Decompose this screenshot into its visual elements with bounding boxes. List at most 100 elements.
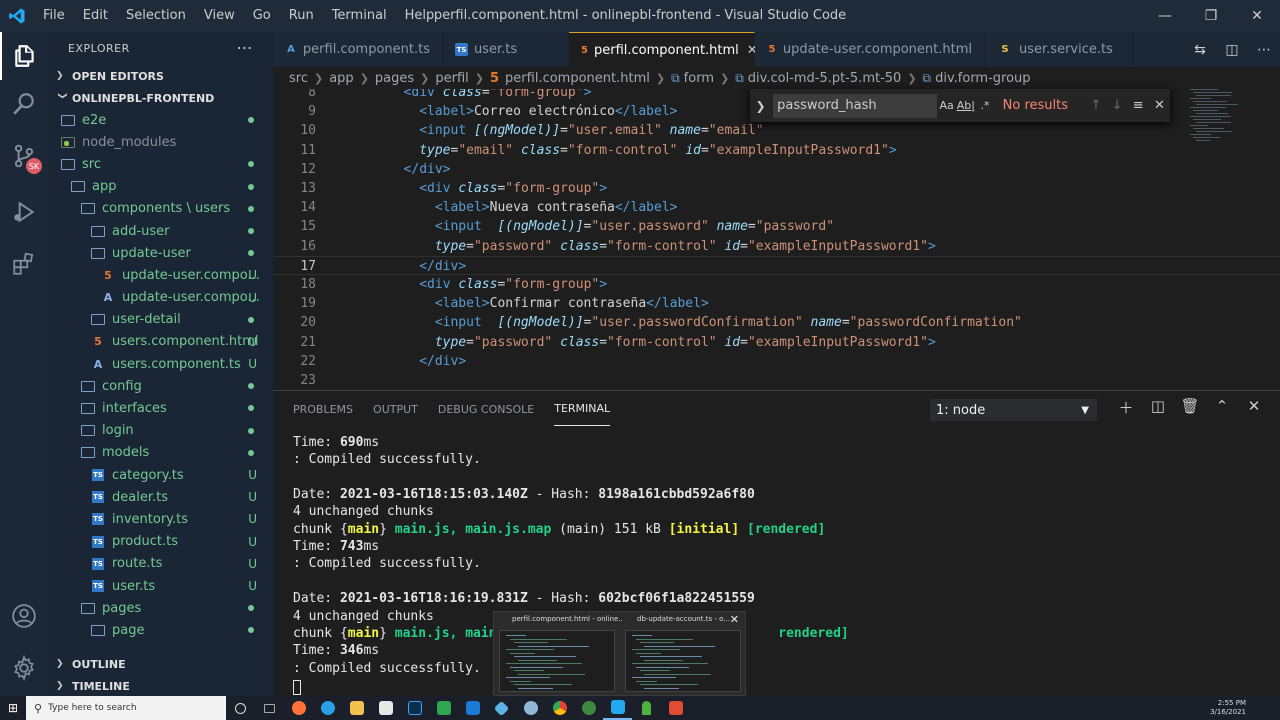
code-line[interactable]: 19 <label>Confirmar contraseña</label> [273,294,1280,313]
tree-folder[interactable]: models [48,442,273,464]
breadcrumb-item[interactable]: perfil [435,71,468,86]
split-editor-icon[interactable]: ◫ [1216,42,1248,58]
more-actions-icon[interactable]: ⋯ [237,38,254,57]
windows-start-icon[interactable]: ⊞ [0,701,26,715]
tree-file[interactable]: TS dealer.ts U [48,486,273,508]
panel-tab-terminal[interactable]: TERMINAL [554,392,611,426]
tab-update-user-component-html[interactable]: 5 update-user.component.html [755,32,985,67]
camtasia-icon[interactable] [429,696,458,720]
whole-word-toggle[interactable]: Ab| [956,99,975,112]
panel-tab-debug-console[interactable]: DEBUG CONSOLE [438,393,534,426]
breadcrumb-item[interactable]: src [289,71,308,86]
tree-file[interactable]: TS category.ts U [48,464,273,486]
tool-icon[interactable] [516,696,545,720]
project-section[interactable]: ❯ ONLINEPBL-FRONTEND [48,87,273,109]
code-line[interactable]: 23 [273,371,1280,389]
terminal-select[interactable]: 1: node ▼ [930,399,1097,421]
code-line[interactable]: 13 <div class="form-group"> [273,179,1280,198]
tree-file[interactable]: Aupdate-user.compo... U [48,287,273,309]
file-explorer-icon[interactable] [342,696,371,720]
code-line[interactable]: 15 <input [(ngModel)] = "user.password" nam… [273,217,1280,236]
tree-folder[interactable]: app [48,176,273,198]
panel-tab-problems[interactable]: PROBLEMS [293,393,353,426]
tree-file[interactable]: 5 users.component.html U [48,331,273,353]
close-find-icon[interactable]: ✕ [1149,98,1170,113]
restore-icon[interactable]: ❐ [1188,0,1234,32]
firefox-icon[interactable] [284,696,313,720]
app-icon[interactable] [487,696,516,720]
system-clock[interactable]: 2:55 PM 3/16/2021 [1210,699,1246,717]
tab-perfil-component-ts[interactable]: Aperfil.component.ts [273,32,443,67]
kill-terminal-icon[interactable]: 🗑 [1174,397,1206,418]
minimize-icon[interactable]: — [1142,0,1188,32]
code-line[interactable]: 12 </div> [273,160,1280,179]
open-editors-section[interactable]: ❯ OPEN EDITORS [48,65,273,87]
breadcrumb-item[interactable]: app [329,71,353,86]
chrome-icon[interactable] [545,696,574,720]
more-actions-icon[interactable]: ⋯ [1248,42,1280,58]
breadcrumb-item[interactable]: form [684,71,714,86]
tab-perfil-component-html[interactable]: 5 perfil.component.html ✕ [569,32,758,67]
menu-help[interactable]: Help [396,0,444,32]
match-case-toggle[interactable]: Aa [937,99,956,112]
breadcrumb-item[interactable]: div.form-group [935,71,1030,86]
tree-folder[interactable]: update-user [48,242,273,264]
accounts-icon[interactable] [0,592,48,640]
explorer-activity-icon[interactable] [0,32,48,80]
tree-folder[interactable]: config [48,375,273,397]
code-line[interactable]: 22 </div> [273,352,1280,371]
tree-folder[interactable]: node_modules [48,131,273,153]
code-line[interactable]: 14 <label>Nueva contraseña</label> [273,198,1280,217]
code-line[interactable]: 21 type="password" class="form-control" i… [273,333,1280,352]
tree-folder[interactable]: add-user [48,220,273,242]
preview-right-thumbnail[interactable] [625,630,741,692]
tree-file[interactable]: TS route.ts U [48,553,273,575]
new-terminal-icon[interactable]: ＋ [1110,397,1142,418]
toggle-replace-icon[interactable]: ❯ [750,99,771,113]
menu-go[interactable]: Go [244,0,280,32]
task-view-icon[interactable] [255,696,284,720]
code-line[interactable]: 17 </div> [273,255,1280,275]
edge-icon[interactable] [313,696,342,720]
extensions-activity-icon[interactable] [0,240,48,288]
code-line[interactable]: 16 type="password" class="form-control" i… [273,237,1280,256]
source-control-activity-icon[interactable]: SK [0,132,48,180]
split-terminal-icon[interactable]: ◫ [1142,397,1174,418]
photoshop-icon[interactable] [400,696,429,720]
mongodb-icon[interactable] [632,696,661,720]
menu-file[interactable]: File [34,0,74,32]
breadcrumb-item[interactable]: perfil.component.html [505,71,650,86]
search-activity-icon[interactable] [0,80,48,128]
menu-selection[interactable]: Selection [117,0,195,32]
next-match-icon[interactable]: ↓ [1107,98,1128,113]
code-editor[interactable]: 8 <div class="form-group"> 9 <label>Correo … [273,89,1280,389]
code-line[interactable]: 18 <div class="form-group"> [273,275,1280,294]
tree-folder[interactable]: interfaces [48,397,273,419]
maximize-panel-icon[interactable]: ⌃ [1206,397,1238,418]
find-in-selection-icon[interactable]: ≡ [1128,98,1149,113]
tree-folder[interactable]: e2e [48,109,273,131]
menu-view[interactable]: View [195,0,244,32]
previous-match-icon[interactable]: ↑ [1085,98,1106,113]
vscode-taskbar-icon[interactable] [603,696,632,720]
close-preview-icon[interactable]: ✕ [730,613,739,626]
cortana-icon[interactable] [226,696,255,720]
tree-file[interactable]: TS user.ts U [48,575,273,597]
run-debug-activity-icon[interactable] [0,188,48,236]
breadcrumb-item[interactable]: div.col-md-5.pt-5.mt-50 [748,71,902,86]
tree-folder[interactable]: page [48,619,273,641]
menu-edit[interactable]: Edit [74,0,117,32]
tree-folder[interactable]: login [48,420,273,442]
terminal-prompt[interactable] [293,679,301,696]
outline-section[interactable]: ❯ OUTLINE [48,653,273,675]
tree-file[interactable]: 5 update-user.compo... U [48,264,273,286]
timeline-section[interactable]: ❯ TIMELINE [48,675,273,697]
tree-folder[interactable]: user-detail [48,309,273,331]
red-app-icon[interactable] [661,696,690,720]
store-icon[interactable] [371,696,400,720]
tree-folder[interactable]: pages [48,597,273,619]
tree-folder[interactable]: components \ users [48,198,273,220]
minimap[interactable] [1186,89,1266,389]
tab-user-service-ts[interactable]: Suser.service.ts [985,32,1133,67]
menu-run[interactable]: Run [280,0,323,32]
